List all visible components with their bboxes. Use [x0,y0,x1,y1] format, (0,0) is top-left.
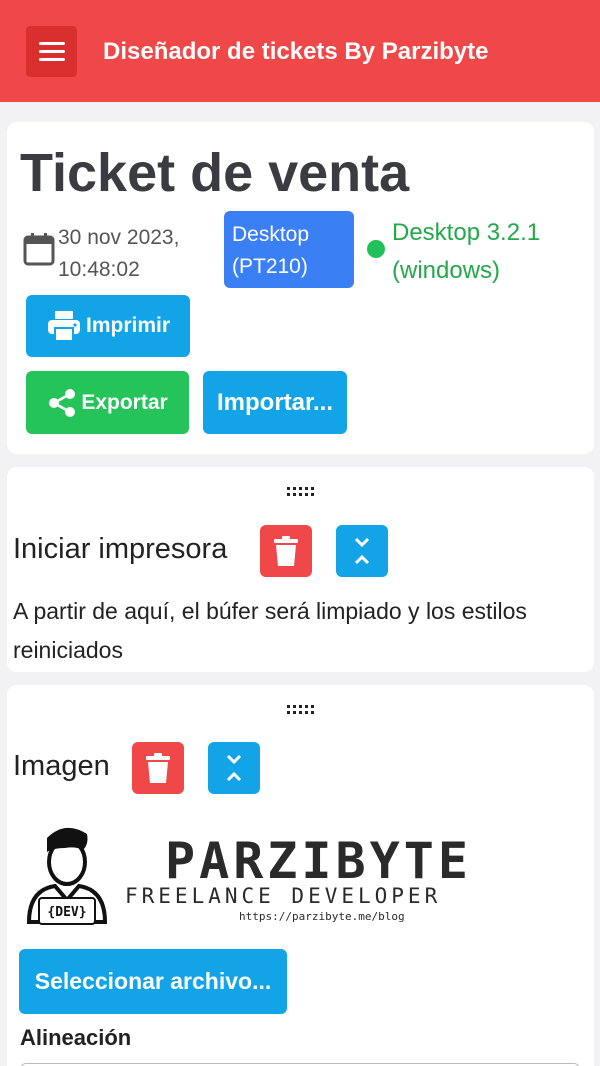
status-dot-icon [367,240,385,258]
printer-badge[interactable]: Desktop (PT210) [224,211,354,288]
print-button[interactable]: Imprimir [26,295,190,357]
delete-button[interactable] [260,525,312,577]
collapse-icon [226,754,242,782]
app-title: Diseñador de tickets By Parzibyte [103,38,489,65]
collapse-icon [354,537,370,565]
app-header: Diseñador de tickets By Parzibyte [0,0,600,102]
printer-icon [47,311,80,342]
delete-button[interactable] [132,742,184,794]
section-title: Iniciar impresora [13,533,228,565]
export-button-label: Exportar [81,390,168,414]
section-description: A partir de aquí, el búfer será limpiado… [13,598,527,663]
section-card-init-printer: Iniciar impresora A partir de aquí, el b… [7,467,594,672]
menu-button[interactable] [26,26,77,77]
calendar-icon [23,233,55,266]
section-card-image: Imagen {DEV} PARZIBYTE FREELANCE DEVELOP… [7,685,594,1066]
plugin-version: Desktop 3.2.1 (windows) [392,214,592,290]
import-button-label: Importar... [216,388,334,416]
logo-tagline: FREELANCE DEVELOPER [125,884,441,908]
collapse-button[interactable] [336,525,388,577]
printer-model: (PT210) [232,255,308,278]
select-file-button[interactable]: Seleccionar archivo... [19,949,287,1014]
trash-icon [146,753,170,783]
time-value: 10:48:02 [58,258,140,281]
ticket-card: Ticket de venta 30 nov 2023, 10:48:02 De… [7,122,594,454]
drag-handle-icon[interactable] [287,487,315,499]
hamburger-icon [38,42,65,45]
ticket-date: 30 nov 2023, 10:48:02 [58,222,218,286]
export-button[interactable]: Exportar [26,371,189,434]
drag-handle-icon[interactable] [287,705,315,717]
logo-image: {DEV} PARZIBYTE FREELANCE DEVELOPER http… [26,827,472,925]
page-title: Ticket de venta [20,143,410,203]
import-button[interactable]: Importar... [203,371,347,434]
date-value: 30 nov 2023, [58,226,180,249]
printer-name: Desktop [232,223,310,246]
print-button-label: Imprimir [85,314,171,337]
alignment-label: Alineación [20,1025,132,1050]
plugin-platform: (windows) [392,257,501,284]
trash-icon [274,536,298,566]
select-file-label: Seleccionar archivo... [34,968,272,994]
section-title: Imagen [13,750,110,782]
logo-url: https://parzibyte.me/blog [239,910,405,923]
logo-badge: {DEV} [47,905,86,920]
plugin-version-number: Desktop 3.2.1 [392,219,541,246]
collapse-button[interactable] [208,742,260,794]
logo-name: PARZIBYTE [165,832,472,890]
share-icon [49,388,76,417]
